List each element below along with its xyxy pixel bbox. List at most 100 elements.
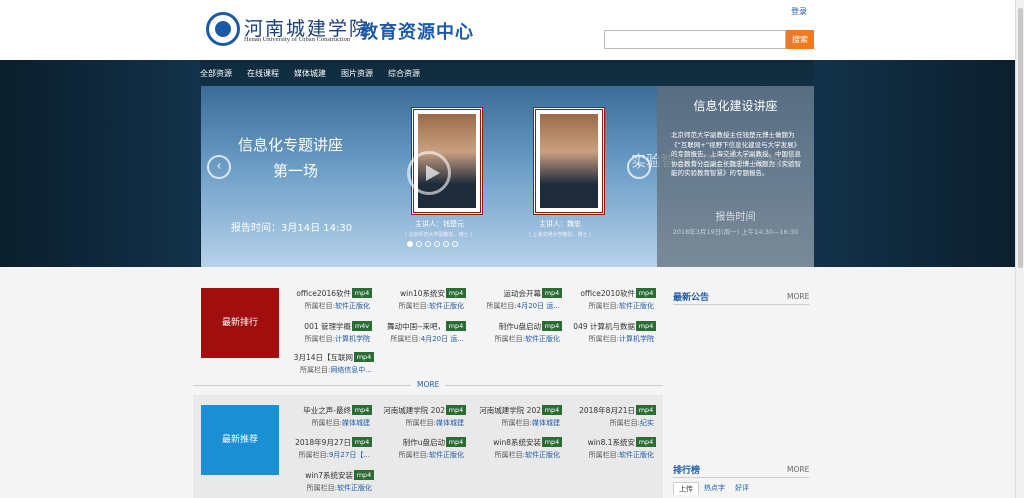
item-category: 所属栏目:软件正版化 — [284, 483, 374, 493]
list-item[interactable]: 3月14日【互联网 mp4 所属栏目:网络信息中... — [284, 352, 374, 378]
list-item[interactable]: 毕业之声-最终 mp4 所属栏目:媒体城建 — [282, 405, 372, 431]
item-category: 所属栏目:计算机学院 — [282, 334, 372, 344]
category-label: 所属栏目: — [405, 419, 436, 427]
category-label: 所属栏目: — [390, 335, 421, 343]
search-input[interactable] — [604, 30, 786, 49]
category-link[interactable]: 软件正版化 — [335, 302, 370, 310]
item-category: 所属栏目:软件正版化 — [282, 301, 372, 311]
category-link[interactable]: 计算机学院 — [335, 335, 370, 343]
category-link[interactable]: 软件正版化 — [619, 451, 654, 459]
list-item[interactable]: 河南城建学院 202 mp4 所属栏目:媒体城建 — [472, 405, 562, 431]
format-badge: mp4 — [542, 405, 562, 415]
list-item[interactable]: office2010软件 mp4 所属栏目:软件正版化 — [566, 288, 656, 314]
chevron-right-icon[interactable]: › — [627, 155, 651, 179]
list-item[interactable]: 河南城建学院 202 mp4 所属栏目:媒体城建 — [376, 405, 466, 431]
page-scrollbar[interactable] — [1015, 0, 1024, 498]
category-link[interactable]: 软件正版化 — [525, 335, 560, 343]
carousel-dot[interactable] — [407, 241, 413, 247]
nav-item-courses[interactable]: 在线课程 — [247, 68, 279, 79]
divider — [445, 385, 663, 386]
tab-rating[interactable]: 好评 — [730, 482, 754, 495]
section-label-latest-recommend[interactable]: 最新推荐 — [201, 405, 279, 475]
list-item[interactable]: win7系统安装 mp4 所属栏目:软件正版化 — [284, 470, 374, 496]
format-badge: mp4 — [446, 321, 466, 331]
section-more-row: MORE — [193, 380, 663, 390]
tab-upload[interactable]: 上传 — [673, 482, 699, 495]
list-item[interactable]: 舞动中国--来吧， mp4 所属栏目:4月20日 运... — [376, 321, 466, 347]
format-badge: mp4 — [542, 321, 562, 331]
list-item[interactable]: win10系统安 mp4 所属栏目:软件正版化 — [376, 288, 466, 314]
banner-info-panel: 信息化建设讲座 北京师范大学副教授主任钱楚元博士做题为《“互联网+”视野下信息化… — [657, 86, 814, 267]
band-right-decor — [814, 60, 1024, 267]
format-badge: mp4 — [542, 288, 562, 298]
main-nav: 全部资源 在线课程 媒体城建 图片资源 综合资源 — [200, 68, 435, 79]
header: 河南城建学院 Henan University of Urban Constru… — [0, 0, 1024, 60]
category-label: 所属栏目: — [398, 451, 429, 459]
list-item[interactable]: 001 管理学概 m4v 所属栏目:计算机学院 — [282, 321, 372, 347]
login-link[interactable]: 登录 — [791, 6, 807, 17]
category-label: 所属栏目: — [304, 302, 335, 310]
category-link[interactable]: 计算机学院 — [619, 335, 654, 343]
category-label: 所属栏目: — [311, 419, 342, 427]
category-link[interactable]: 4月20日 运... — [517, 302, 560, 310]
format-badge: mp4 — [636, 405, 656, 415]
play-icon[interactable] — [407, 151, 451, 195]
carousel-dot[interactable] — [434, 241, 440, 247]
university-logo-icon[interactable] — [206, 12, 240, 46]
list-item[interactable]: win8系统安装 mp4 所属栏目:软件正版化 — [472, 437, 562, 463]
tab-hot[interactable]: 热点字 — [699, 482, 730, 495]
chevron-left-icon[interactable]: ‹ — [207, 155, 231, 179]
category-link[interactable]: 软件正版化 — [619, 302, 654, 310]
speaker-2-affiliation: ( 上海交通大学教授、博士 ) — [529, 232, 592, 238]
category-link[interactable]: 网络信息中... — [330, 366, 372, 374]
list-item[interactable]: 制作u盘启动 mp4 所属栏目:软件正版化 — [472, 321, 562, 347]
section-label-latest-ranking[interactable]: 最新排行 — [201, 288, 279, 358]
ranking-title: 排行榜 — [673, 466, 701, 476]
category-label: 所属栏目: — [299, 366, 331, 374]
category-link[interactable]: 媒体城建 — [532, 419, 560, 427]
item-category: 所属栏目:媒体城建 — [472, 418, 562, 428]
category-link[interactable]: 软件正版化 — [337, 484, 372, 492]
format-badge: mp4 — [446, 288, 466, 298]
category-link[interactable]: 软件正版化 — [429, 451, 464, 459]
banner-title: 信息化专题讲座 — [238, 136, 344, 154]
carousel-dot[interactable] — [425, 241, 431, 247]
list-item[interactable]: 制作u盘启动 mp4 所属栏目:软件正版化 — [376, 437, 466, 463]
search-button[interactable]: 搜索 — [786, 30, 814, 49]
category-label: 所属栏目: — [501, 419, 532, 427]
nav-item-all[interactable]: 全部资源 — [200, 68, 232, 79]
category-link[interactable]: 纪实 — [640, 419, 654, 427]
carousel-dot[interactable] — [443, 241, 449, 247]
carousel-dot[interactable] — [452, 241, 458, 247]
info-panel-time-label: 报告时间 — [715, 212, 756, 223]
carousel-dot[interactable] — [416, 241, 422, 247]
category-link[interactable]: 软件正版化 — [429, 302, 464, 310]
list-item[interactable]: 2018年8月21日 mp4 所属栏目:纪实 — [566, 405, 656, 431]
nav-item-misc[interactable]: 综合资源 — [388, 68, 420, 79]
list-item[interactable]: win8.1系统安 mp4 所属栏目:软件正版化 — [566, 437, 656, 463]
list-item[interactable]: office2016软件 mp4 所属栏目:软件正版化 — [282, 288, 372, 314]
category-link[interactable]: 4月20日 运... — [421, 335, 464, 343]
announcements-title: 最新公告 — [673, 293, 710, 303]
list-item[interactable]: 运动会开幕 mp4 所属栏目:4月20日 运... — [472, 288, 562, 314]
category-link[interactable]: 软件正版化 — [525, 451, 560, 459]
list-item[interactable]: 049 计算机与数据 mp4 所属栏目:计算机学院 — [566, 321, 656, 347]
category-link[interactable]: 媒体城建 — [436, 419, 464, 427]
category-link[interactable]: 媒体城建 — [342, 419, 370, 427]
nav-item-media[interactable]: 媒体城建 — [294, 68, 326, 79]
ranking-more-link[interactable]: MORE — [787, 465, 809, 474]
divider — [673, 477, 809, 478]
announcements-more-link[interactable]: MORE — [787, 292, 809, 301]
item-category: 所属栏目:媒体城建 — [282, 418, 372, 428]
nav-item-images[interactable]: 图片资源 — [341, 68, 373, 79]
list-item[interactable]: 2018年9月27日 mp4 所属栏目:9月27日【... — [282, 437, 372, 463]
speaker-photo-2 — [533, 107, 605, 215]
item-category: 所属栏目:软件正版化 — [376, 450, 466, 460]
more-link[interactable]: MORE — [417, 380, 439, 389]
banner-carousel[interactable]: 信息化专题讲座 第一场 报告时间：3月14日 14:30 主讲人：钱楚元 ( 北… — [201, 86, 814, 267]
format-badge: mp4 — [352, 437, 372, 447]
format-badge: mp4 — [352, 405, 372, 415]
item-category: 所属栏目:9月27日【... — [282, 450, 372, 460]
category-link[interactable]: 9月27日【... — [329, 451, 370, 459]
scrollbar-thumb[interactable] — [1018, 8, 1023, 268]
